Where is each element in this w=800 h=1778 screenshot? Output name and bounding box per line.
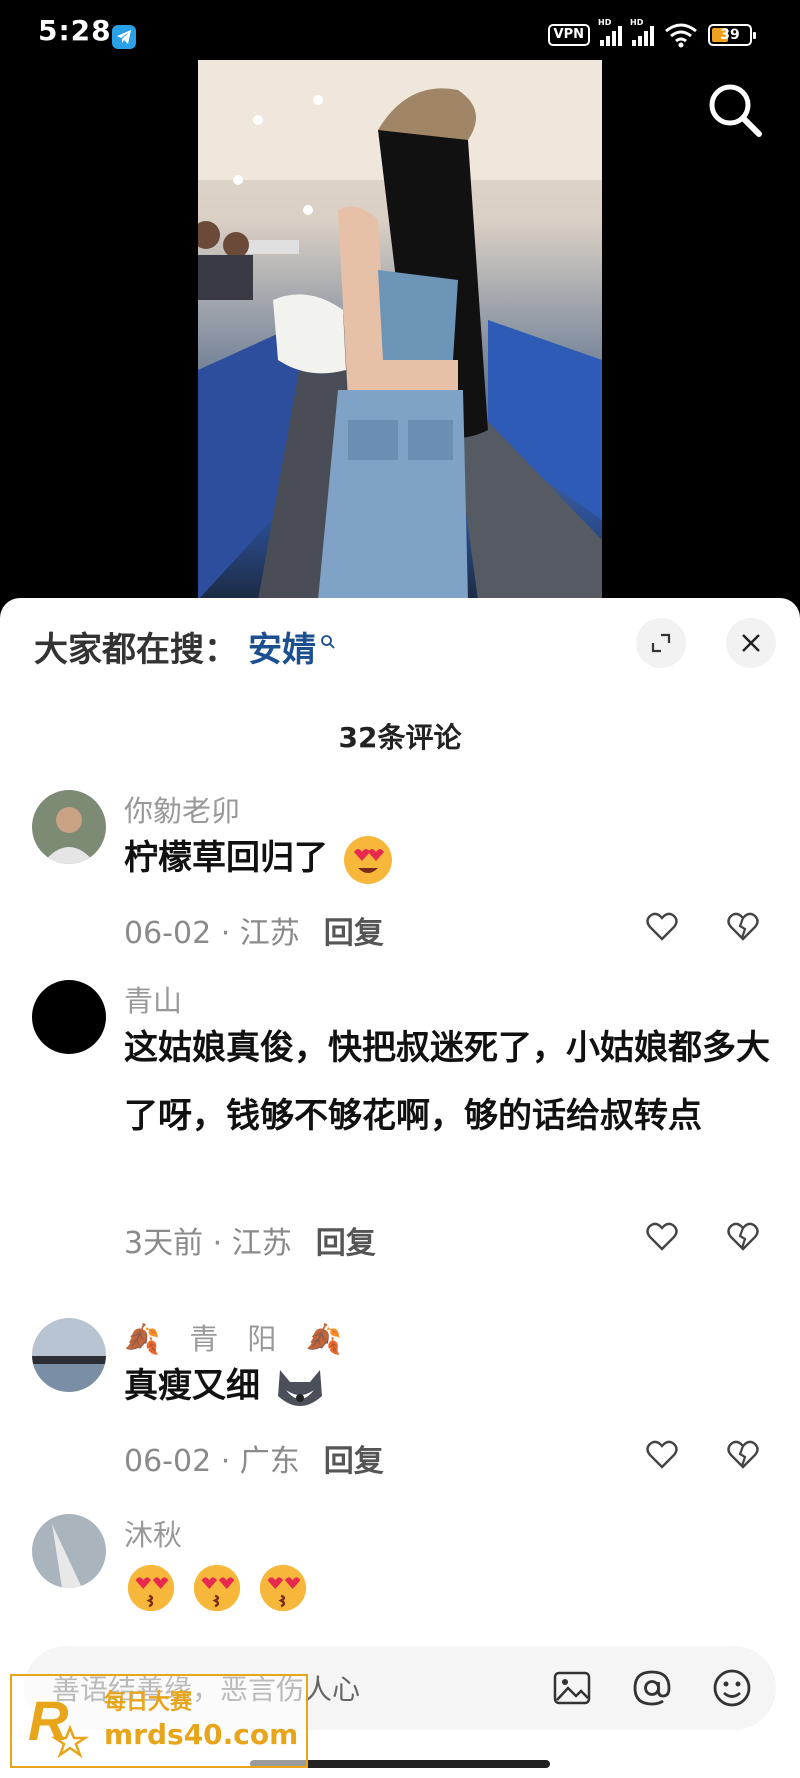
- search-suggestion[interactable]: 大家都在搜： 安婧: [34, 622, 336, 671]
- comment-item: 青山 这姑娘真俊，快把叔迷死了，小姑娘都多大了呀，钱够不够花啊，够的话给叔转点 …: [0, 978, 800, 1268]
- comment-author: 青 阳: [189, 1322, 277, 1356]
- comment-item: 沐秋: [0, 1512, 800, 1652]
- watermark-title: 每日大赛: [104, 1690, 193, 1715]
- avatar[interactable]: [32, 1318, 106, 1392]
- comment-text: 真瘦又细: [124, 1366, 260, 1406]
- search-keyword-link[interactable]: 安婧: [248, 622, 316, 671]
- like-icon[interactable]: [645, 1438, 679, 1472]
- avatar[interactable]: [32, 1514, 106, 1588]
- signal-icon: HD: [598, 18, 622, 46]
- kissing-heart-emoji-icon: [127, 1564, 175, 1611]
- comment-item: 🍂 青 阳 🍂 真瘦又细 06-02 · 广东 回复: [0, 1316, 800, 1486]
- comment-panel: 大家都在搜： 安婧 32条评论 你勨老卯 柠檬草回归了 06-02 · 江苏 回…: [0, 598, 800, 1778]
- wifi-icon: [665, 23, 697, 48]
- husky-emoji-icon: [277, 1369, 322, 1406]
- dislike-icon[interactable]: [726, 1438, 760, 1472]
- comment-emoji-row: [124, 1552, 774, 1620]
- video-still-image: [198, 60, 602, 600]
- dislike-icon[interactable]: [726, 910, 760, 944]
- status-bar: 5:28 VPN HD HD 39: [0, 0, 800, 60]
- close-icon: [742, 634, 760, 652]
- comment-text: 这姑娘真俊，快把叔迷死了，小姑娘都多大了呀，钱够不够花啊，够的话给叔转点: [124, 1028, 770, 1136]
- signal-icon-2: HD: [630, 18, 654, 46]
- battery-icon: 39: [708, 24, 756, 46]
- close-button[interactable]: [726, 618, 776, 668]
- expand-button[interactable]: [636, 618, 686, 668]
- comment-date: 06-02: [124, 916, 212, 951]
- emoji-icon[interactable]: [712, 1668, 752, 1708]
- expand-icon: [651, 633, 671, 653]
- video-player[interactable]: [0, 60, 800, 600]
- status-time: 5:28: [38, 14, 112, 47]
- comment-text: 柠檬草回归了: [124, 838, 328, 878]
- comment-author[interactable]: 沐秋: [124, 1512, 182, 1554]
- heart-eyes-emoji-icon: [343, 835, 392, 884]
- video-frame[interactable]: [198, 60, 602, 600]
- watermark-logo-icon: R: [28, 1689, 90, 1759]
- avatar[interactable]: [32, 980, 106, 1054]
- reply-button[interactable]: 回复: [324, 916, 384, 951]
- leaf-icon: 🍂: [305, 1322, 342, 1356]
- image-icon[interactable]: [552, 1668, 592, 1708]
- at-icon[interactable]: [632, 1668, 672, 1708]
- reply-button[interactable]: 回复: [324, 1444, 384, 1479]
- avatar[interactable]: [32, 790, 106, 864]
- comment-location: 江苏: [231, 1226, 292, 1261]
- comment-count: 32条评论: [338, 721, 462, 754]
- watermark: R 每日大赛 mrds40.com: [10, 1674, 308, 1768]
- comment-location: 广东: [239, 1444, 300, 1479]
- leaf-icon: 🍂: [124, 1322, 161, 1356]
- keyword-search-icon: [321, 634, 335, 649]
- comment-item: 你勨老卯 柠檬草回归了 06-02 · 江苏 回复: [0, 788, 800, 958]
- search-suggestion-label: 大家都在搜：: [34, 630, 238, 670]
- reply-button[interactable]: 回复: [316, 1226, 376, 1261]
- watermark-url: mrds40.com: [104, 1718, 299, 1751]
- search-icon[interactable]: [705, 80, 765, 140]
- signal-hd-label: HD: [598, 18, 612, 27]
- dislike-icon[interactable]: [726, 1220, 760, 1254]
- battery-level: 39: [720, 27, 740, 43]
- comment-location: 江苏: [239, 916, 300, 951]
- telegram-icon: [112, 25, 136, 49]
- kissing-heart-emoji-icon: [259, 1564, 306, 1611]
- like-icon[interactable]: [645, 910, 679, 944]
- comment-date: 06-02: [124, 1444, 212, 1479]
- like-icon[interactable]: [645, 1220, 679, 1254]
- comment-date: 3天前: [124, 1226, 204, 1261]
- vpn-badge: VPN: [547, 24, 590, 46]
- signal-hd-label-2: HD: [630, 18, 644, 27]
- kissing-heart-emoji-icon: [193, 1564, 240, 1611]
